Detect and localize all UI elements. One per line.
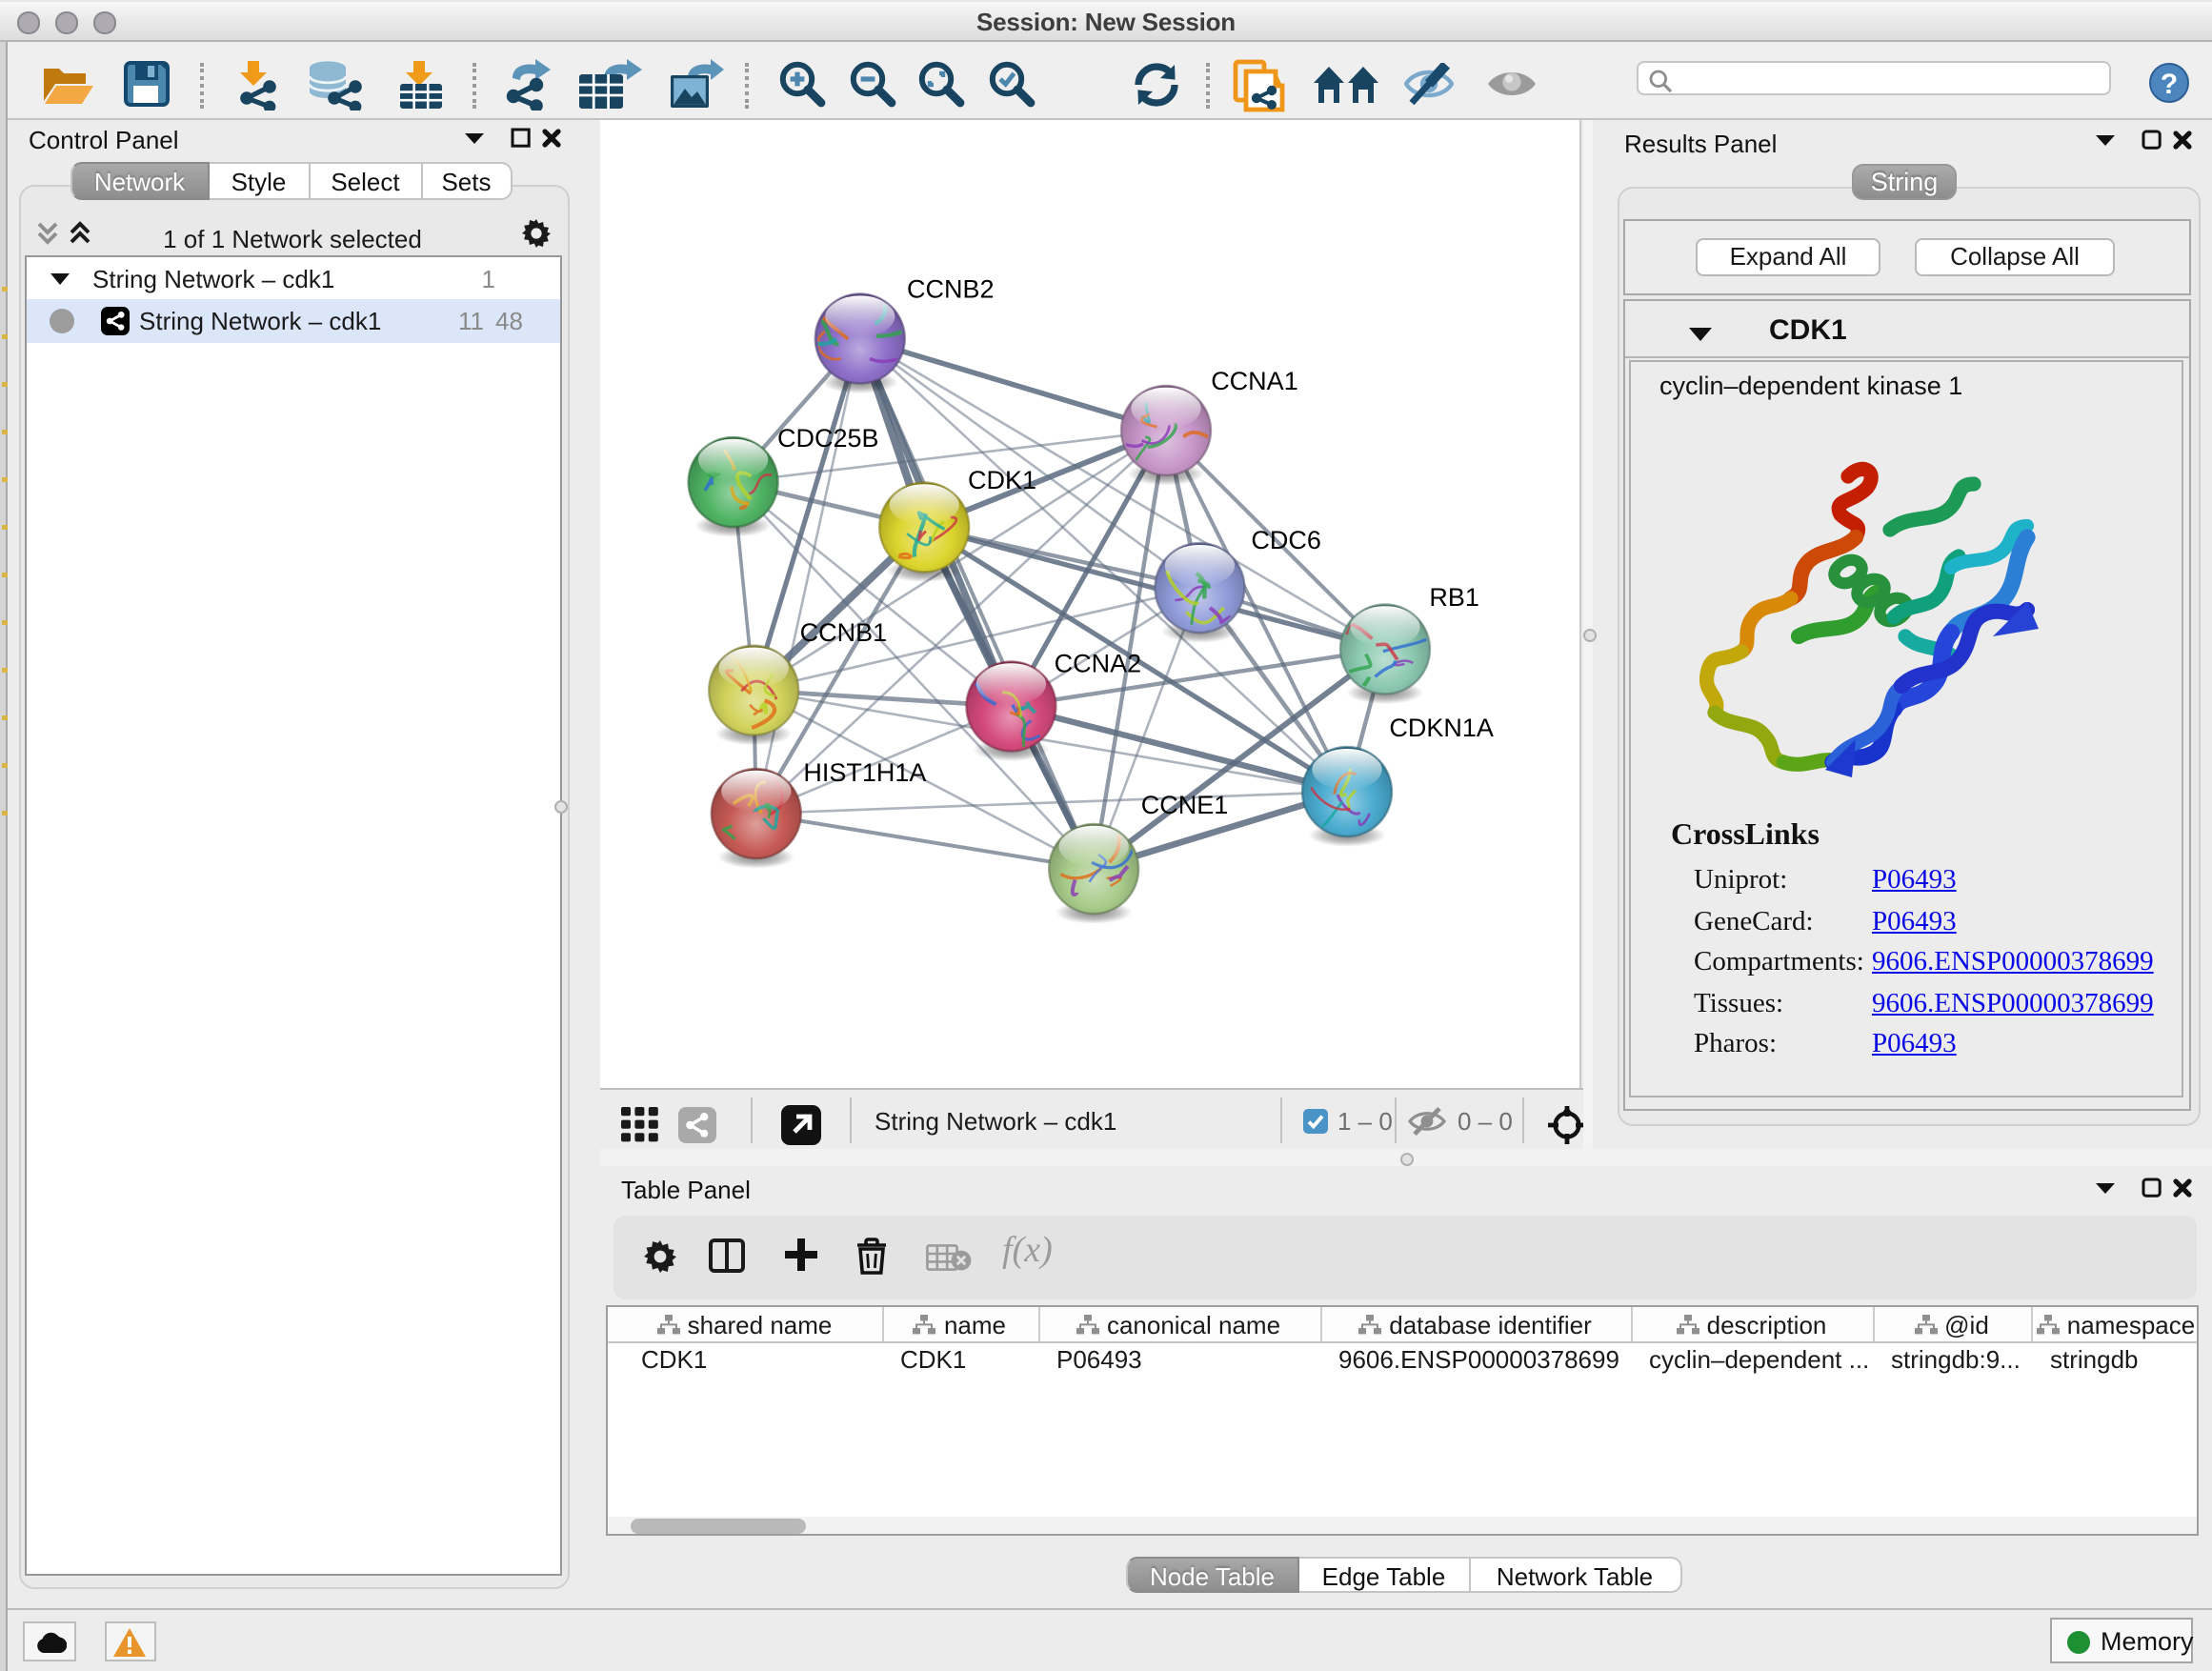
svg-text:?: ? xyxy=(2161,68,2178,99)
svg-text:CCNA2: CCNA2 xyxy=(1055,649,1142,677)
svg-text:CDC25B: CDC25B xyxy=(777,423,879,452)
svg-text:CDK1: CDK1 xyxy=(968,465,1036,493)
svg-text:CCNB1: CCNB1 xyxy=(800,617,888,646)
svg-text:CDKN1A: CDKN1A xyxy=(1389,713,1494,741)
svg-text:HIST1H1A: HIST1H1A xyxy=(803,757,926,786)
svg-text:CDC6: CDC6 xyxy=(1251,525,1321,554)
svg-text:CCNA1: CCNA1 xyxy=(1211,366,1298,394)
svg-text:CCNB2: CCNB2 xyxy=(907,273,995,302)
svg-text:RB1: RB1 xyxy=(1429,582,1479,611)
svg-text:CCNE1: CCNE1 xyxy=(1141,790,1229,818)
